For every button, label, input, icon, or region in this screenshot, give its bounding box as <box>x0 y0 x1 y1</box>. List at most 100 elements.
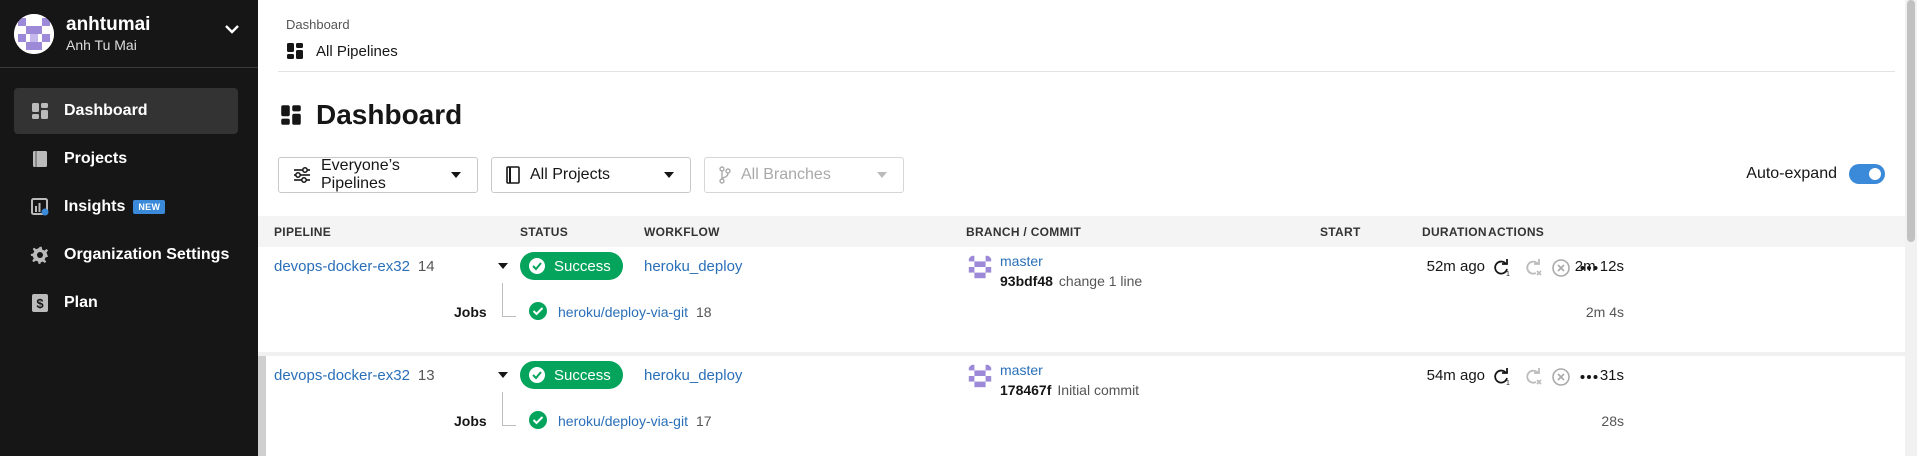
new-badge: NEW <box>133 200 166 214</box>
scrollbar-thumb[interactable] <box>1907 0 1915 242</box>
org-switcher[interactable]: anhtumai Anh Tu Mai <box>0 0 258 68</box>
check-circle-icon <box>529 302 547 320</box>
page-title-text: Dashboard <box>316 99 463 130</box>
start-time: 52m ago <box>1426 258 1485 275</box>
duration: 31s <box>1599 367 1624 384</box>
job-number: 18 <box>695 304 712 320</box>
expand-caret-icon[interactable] <box>498 263 508 269</box>
workflow-link[interactable]: heroku_deploy <box>644 367 742 384</box>
cancel-button <box>1550 257 1572 279</box>
projects-filter-select[interactable]: All Projects <box>491 157 691 193</box>
dashboard-icon <box>281 105 301 125</box>
table-header: PIPELINE STATUS WORKFLOW BRANCH / COMMIT… <box>258 216 1905 247</box>
commit-info: 93bdf48 change 1 line <box>1000 273 1142 291</box>
more-actions-button[interactable] <box>1578 366 1600 388</box>
job-cell: heroku/deploy-via-git 18 <box>558 304 712 320</box>
chevron-down-icon[interactable] <box>224 24 240 34</box>
main-content: Dashboard All Pipelines Dashboard Everyo… <box>258 0 1917 456</box>
status-badge[interactable]: Success <box>520 361 623 389</box>
header-start: START <box>1320 225 1361 239</box>
auto-expand-toggle[interactable] <box>1849 164 1885 184</box>
cancel-button <box>1550 366 1572 388</box>
job-name-link[interactable]: heroku/deploy-via-git <box>558 304 688 320</box>
check-circle-icon <box>529 411 547 429</box>
job-number: 17 <box>695 413 712 429</box>
caret-down-icon <box>664 172 674 178</box>
job-tree-connector <box>502 283 516 317</box>
sidebar-nav: Dashboard Projects Insights NEW Organiza… <box>0 68 258 326</box>
expand-caret-icon[interactable] <box>498 372 508 378</box>
job-cell: heroku/deploy-via-git 17 <box>558 413 712 429</box>
sidebar-item-label: Projects <box>64 150 128 167</box>
commit-message: change 1 line <box>1058 273 1143 289</box>
sidebar-item-label: Organization Settings <box>64 246 230 263</box>
start-time: 54m ago <box>1426 367 1485 384</box>
committer-avatar <box>966 253 994 281</box>
commit-sha[interactable]: 93bdf48 <box>1000 273 1053 289</box>
svg-text:1: 1 <box>1506 271 1510 277</box>
committer-avatar <box>966 362 994 390</box>
status-label: Success <box>554 366 611 384</box>
sidebar-item-insights[interactable]: Insights NEW <box>14 184 238 230</box>
header-status: STATUS <box>520 225 569 239</box>
pipeline-number: 13 <box>417 367 435 384</box>
more-horizontal-icon <box>1580 266 1598 270</box>
pipelines-table: PIPELINE STATUS WORKFLOW BRANCH / COMMIT… <box>258 216 1905 456</box>
breadcrumb-current: All Pipelines <box>286 42 1895 60</box>
commit-info: 178467f Initial commit <box>1000 382 1139 400</box>
branches-filter-select: All Branches <box>704 157 904 193</box>
insights-icon <box>30 197 50 217</box>
rerun-button[interactable]: 1 <box>1490 366 1512 388</box>
commit-message: Initial commit <box>1057 382 1140 398</box>
sidebar-item-plan[interactable]: $ Plan <box>14 280 238 326</box>
sidebar-item-label: Plan <box>64 294 98 311</box>
cancel-icon <box>1552 259 1570 277</box>
org-user-name: Anh Tu Mai <box>66 36 137 53</box>
more-actions-button[interactable] <box>1578 257 1600 279</box>
workflow-link[interactable]: heroku_deploy <box>644 258 742 275</box>
sidebar-item-projects[interactable]: Projects <box>14 136 238 182</box>
pipeline-name-link[interactable]: devops-docker-ex32 <box>274 258 410 275</box>
rerun-button[interactable]: 1 <box>1490 257 1512 279</box>
caret-down-icon <box>877 172 887 178</box>
check-circle-icon <box>529 367 545 383</box>
app-root: anhtumai Anh Tu Mai Dashboard Projects I… <box>0 0 1917 456</box>
header-actions: ACTIONS <box>1488 225 1545 239</box>
page-title: Dashboard <box>280 99 1917 130</box>
commit-sha[interactable]: 178467f <box>1000 382 1051 398</box>
scrollbar[interactable] <box>1905 0 1917 456</box>
auto-expand-label: Auto-expand <box>1746 165 1837 182</box>
job-name-link[interactable]: heroku/deploy-via-git <box>558 413 688 429</box>
branch-link[interactable]: master <box>1000 362 1043 378</box>
check-circle-icon <box>529 258 545 274</box>
dollar-icon: $ <box>30 293 50 313</box>
job-duration: 28s <box>1601 413 1624 429</box>
sidebar-item-dashboard[interactable]: Dashboard <box>14 88 238 134</box>
caret-down-icon <box>451 172 461 178</box>
org-avatar <box>14 13 54 54</box>
pipeline-cell: devops-docker-ex32 14 <box>274 258 435 276</box>
rerun-failed-button <box>1522 366 1544 388</box>
job-tree-connector <box>502 392 516 426</box>
gear-icon <box>30 245 50 265</box>
more-horizontal-icon <box>1580 375 1598 379</box>
pipelines-filter-select[interactable]: Everyone’s Pipelines <box>278 157 478 193</box>
pipeline-name-link[interactable]: devops-docker-ex32 <box>274 367 410 384</box>
branch-link[interactable]: master <box>1000 253 1043 269</box>
breadcrumb-current-label: All Pipelines <box>316 42 398 60</box>
status-badge[interactable]: Success <box>520 252 623 280</box>
pipeline-cell: devops-docker-ex32 13 <box>274 367 435 385</box>
rerun-failed-button <box>1522 257 1544 279</box>
branches-filter-value: All Branches <box>741 166 831 183</box>
sidebar-item-organization-settings[interactable]: Organization Settings <box>14 232 238 278</box>
dashboard-icon <box>287 43 303 59</box>
header-pipeline: PIPELINE <box>274 225 332 239</box>
sidebar: anhtumai Anh Tu Mai Dashboard Projects I… <box>0 0 258 456</box>
header-workflow: WORKFLOW <box>644 225 720 239</box>
projects-filter-value: All Projects <box>530 166 611 183</box>
table-row: devops-docker-ex32 13 Success heroku_depl… <box>258 356 1905 456</box>
sidebar-item-label: Dashboard <box>64 102 148 119</box>
pipeline-number: 14 <box>417 258 435 275</box>
dashboard-icon <box>30 101 50 121</box>
breadcrumb-parent[interactable]: Dashboard <box>286 0 1895 32</box>
